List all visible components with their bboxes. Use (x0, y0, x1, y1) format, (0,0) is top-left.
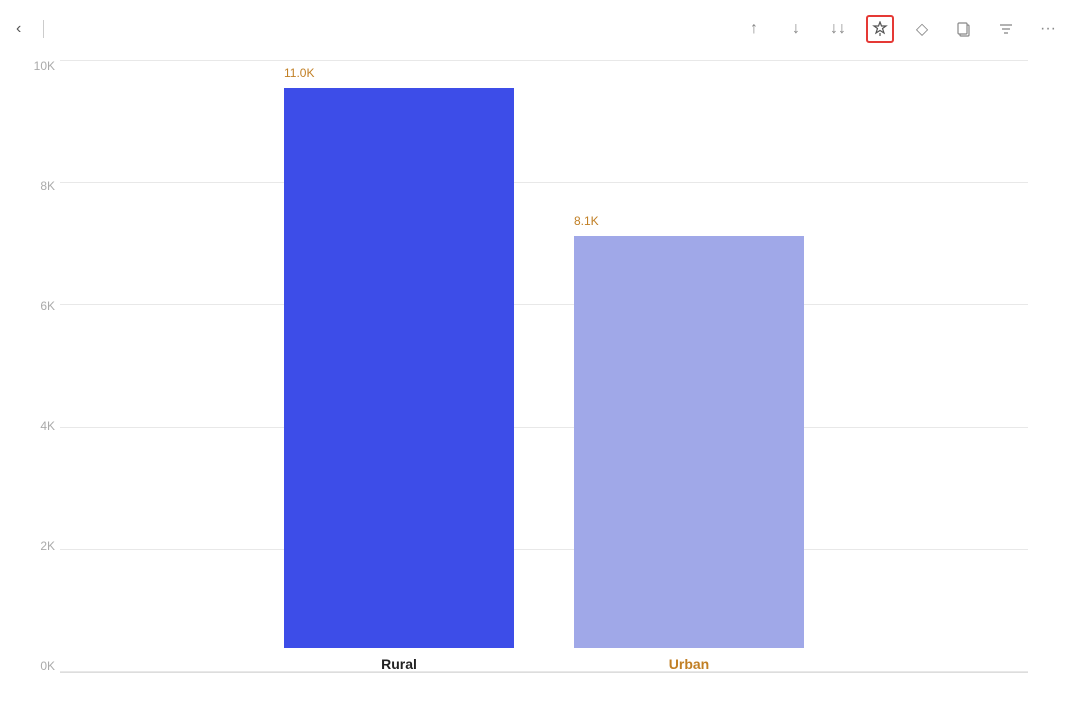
back-chevron-icon: ‹ (16, 20, 21, 38)
y-axis-label: 10K (15, 60, 55, 72)
toolbar-right: ↑ ↓ ↓↓ ◇ ··· (740, 15, 1062, 43)
bar-group-rural[interactable]: 11.0K Rural (284, 88, 514, 672)
y-axis-label: 2K (15, 540, 55, 552)
y-axis-label: 4K (15, 420, 55, 432)
bar-group-urban[interactable]: 8.1K Urban (574, 236, 804, 672)
sort-desc-icon[interactable]: ↓ (782, 15, 810, 43)
bar-rural: 11.0K (284, 88, 514, 648)
copy-icon[interactable] (950, 15, 978, 43)
filter-icon[interactable] (992, 15, 1020, 43)
more-options-icon[interactable]: ··· (1034, 15, 1062, 43)
y-axis: 0K 2K 4K 6K 8K 10K (15, 60, 55, 672)
chart-inner: 0K2K4K6K8K10K 11.0KRural8.1KUrban (60, 60, 1028, 673)
y-axis-label: 0K (15, 660, 55, 672)
bar-category-label-urban: Urban (669, 656, 709, 672)
pin-icon[interactable] (866, 15, 894, 43)
sort-desc-double-icon[interactable]: ↓↓ (824, 15, 852, 43)
y-axis-label: 8K (15, 180, 55, 192)
back-button[interactable]: ‹ (16, 20, 44, 38)
chart-plot: 0K2K4K6K8K10K 11.0KRural8.1KUrban (60, 60, 1028, 672)
chart-container: 0K 2K 4K 6K 8K 10K 11.0K Rural 8.1K Urban (0, 50, 1078, 713)
sort-asc-icon[interactable]: ↑ (740, 15, 768, 43)
toolbar: ‹ ↑ ↓ ↓↓ ◇ ··· (0, 0, 1078, 50)
bookmark-icon[interactable]: ◇ (908, 15, 936, 43)
bar-value-label-urban: 8.1K (574, 214, 599, 228)
toolbar-left: ‹ (16, 20, 70, 38)
bar-value-label-rural: 11.0K (284, 66, 314, 80)
bar-urban: 8.1K (574, 236, 804, 648)
y-axis-label: 6K (15, 300, 55, 312)
bars-area: 11.0K Rural 8.1K Urban (60, 60, 1028, 672)
x-axis-line (60, 672, 1028, 673)
bar-category-label-rural: Rural (381, 656, 417, 672)
